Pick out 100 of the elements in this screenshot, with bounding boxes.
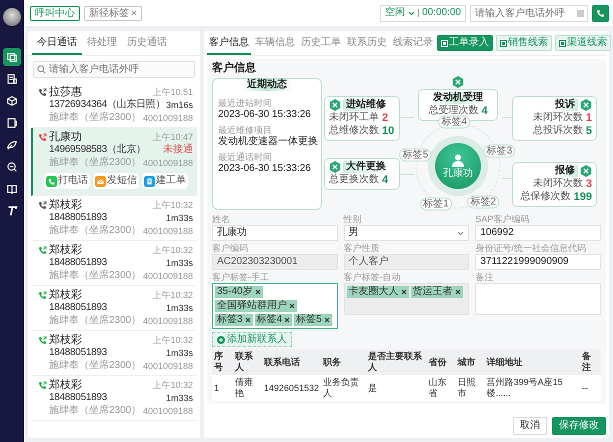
stat-label: 总保修次数	[520, 191, 571, 203]
book-icon	[6, 183, 18, 195]
remove-icon[interactable]	[289, 303, 295, 309]
page-tab[interactable]: 新径标签	[84, 6, 142, 20]
call-button[interactable]	[592, 4, 609, 22]
tab[interactable]: 线索记录	[391, 31, 435, 55]
line-number: 4001009188	[142, 157, 193, 169]
connector-line	[502, 117, 512, 118]
dial-field[interactable]: 请输入客户电话外呼	[470, 4, 588, 22]
call-item[interactable]: 郑枝彩 上午10:32 18488051893 1m33s 施肆奉（坐席2300） 4001009188	[31, 331, 197, 376]
call-item[interactable]: 拉莎惠 上午10:51 13726934364（山东日照）3m16s 施肆奉（坐席2300） 4001009188	[31, 83, 197, 128]
chat-icon	[6, 51, 18, 63]
call-time: 上午10:47	[152, 131, 193, 143]
call-item[interactable]: 郑枝彩 上午10:32 18488051893 1m33s 施肆奉（坐席2300） 4001009188	[31, 241, 197, 286]
tab[interactable]: 历史通话	[122, 31, 172, 55]
select-field[interactable]: 男	[344, 225, 470, 241]
tools-icon	[580, 99, 592, 111]
info-value: 2023-06-30 15:33:26	[218, 109, 312, 121]
status-selector[interactable]: 空闲 00:00:00	[380, 4, 466, 22]
line-number: 4001009188	[142, 112, 193, 124]
tab[interactable]: 历史工单	[299, 31, 343, 55]
search-field[interactable]: 请输入客户电话外呼	[33, 61, 195, 78]
stat-value: 1	[586, 112, 592, 124]
phone-number: 14969598583（北京）	[49, 144, 146, 156]
line-number: 4001009188	[142, 360, 193, 372]
call-time: 上午10:32	[152, 334, 193, 346]
call-item[interactable]: 郑枝彩 上午10:32 18488051893 1m33s 施肆奉（坐席2300） 4001009188	[31, 196, 197, 241]
tab[interactable]: 今日通话	[32, 31, 82, 55]
column-header: 序号	[212, 349, 233, 375]
tag-field[interactable]: 35-40岁 全国驿站群用户 标签3 标签4 标签5	[212, 283, 338, 329]
caller-name: 郑枝彩	[49, 244, 82, 256]
cancel-button[interactable]: 取消	[513, 417, 547, 435]
card-title: 发动机受理	[430, 92, 486, 104]
info-value: 发动机变速器一体更换	[218, 136, 316, 148]
table-cell: 业务负责人	[320, 375, 366, 401]
remove-icon[interactable]	[254, 289, 261, 295]
tab[interactable]: 待处理	[82, 31, 122, 55]
action-button[interactable]: 发短信	[93, 173, 139, 189]
call-duration: 1m33s	[166, 212, 193, 224]
remove-icon[interactable]	[324, 317, 330, 323]
column-header: 联系电话	[262, 349, 321, 375]
phone-number: 18488051893	[49, 257, 107, 269]
card-title: 报修	[552, 165, 578, 177]
sidebar-item[interactable]	[3, 48, 21, 66]
action-button[interactable]: 打电话	[44, 173, 90, 189]
search-icon	[37, 65, 46, 74]
column-header: 详细地址	[484, 349, 580, 375]
line-number: 4001009188	[142, 270, 193, 282]
avatar[interactable]	[3, 8, 21, 26]
call-time: 上午10:32	[152, 289, 193, 301]
phone-number: 13726934364（山东日照）	[49, 99, 166, 111]
call-time: 上午10:32	[152, 379, 193, 391]
customer-name: 孔康功	[443, 168, 473, 178]
input-field[interactable]: 3711221999090909	[475, 254, 601, 270]
save-button[interactable]: 保存修改	[552, 417, 606, 435]
table-cell: 莒州路399号A座15楼......	[484, 375, 580, 401]
tag-chip[interactable]: 标签4	[254, 314, 292, 326]
section-title: 客户信息	[212, 62, 257, 75]
tools-icon	[329, 161, 341, 173]
tag-chip[interactable]: 35-40岁	[215, 286, 263, 298]
remove-icon[interactable]	[284, 317, 290, 323]
phone-icon	[596, 8, 605, 18]
field-value: 男	[348, 227, 359, 239]
tools-icon	[580, 165, 592, 177]
table-cell: 倩雍艳	[232, 375, 262, 401]
envelope-icon	[95, 176, 106, 186]
tab[interactable]: 联系历史	[345, 31, 389, 55]
toolbar-button[interactable]: 工单录入	[437, 35, 493, 51]
column-header: 城市	[456, 349, 485, 375]
stat-value: 4	[382, 174, 388, 186]
call-duration: 3m16s	[166, 99, 193, 111]
tag-chip[interactable]: 全国驿站群用户	[215, 300, 297, 312]
card-title: 投诉	[552, 99, 578, 111]
tag-chip[interactable]: 标签3	[215, 314, 253, 326]
stat-label: 未闭环次数	[532, 112, 583, 124]
call-duration: 1m33s	[166, 302, 193, 314]
phone-number: 18488051893	[49, 392, 107, 404]
agent-name: 施肆奉（坐席2300）	[49, 405, 142, 417]
card-title: 近期动态	[241, 79, 293, 91]
call-item[interactable]: 郑枝彩 上午10:32 18488051893 1m33s 施肆奉（坐席2300） 4001009188	[31, 286, 197, 331]
call-item[interactable]: 郑枝彩 上午10:32 18488051893 1m33s 施肆奉（坐席2300） 4001009188	[31, 376, 197, 421]
field-label: 身份证号/统一社会信息代码	[475, 243, 587, 254]
remove-icon[interactable]	[244, 317, 251, 323]
field-label: 客户标签-自动	[344, 272, 402, 283]
call-item[interactable]: 孔康功 上午10:47 14969598583（北京） 未接通 施肆奉（坐席2300） 4001009188 打电话 发短信 建工单	[31, 128, 197, 196]
page-tab[interactable]: 呼叫中心	[30, 6, 80, 20]
tab[interactable]: 车辆信息	[253, 31, 297, 55]
input-field[interactable]: 106992	[475, 225, 601, 241]
document-icon	[6, 117, 18, 129]
input-field[interactable]: 孔康功	[212, 225, 338, 241]
field-label: 备注	[475, 272, 494, 283]
stat-value: 199	[574, 191, 592, 203]
info-label: 最近通话时间	[218, 152, 273, 163]
tag-chip[interactable]: 标签5	[294, 314, 332, 326]
phone-number: 18488051893	[49, 347, 107, 359]
info-label: 最近进站时间	[218, 98, 273, 109]
info-label: 最近维修项目	[218, 125, 273, 136]
close-icon[interactable]	[131, 10, 137, 16]
tab[interactable]: 客户信息	[207, 31, 251, 55]
action-button[interactable]: 建工单	[142, 173, 188, 189]
